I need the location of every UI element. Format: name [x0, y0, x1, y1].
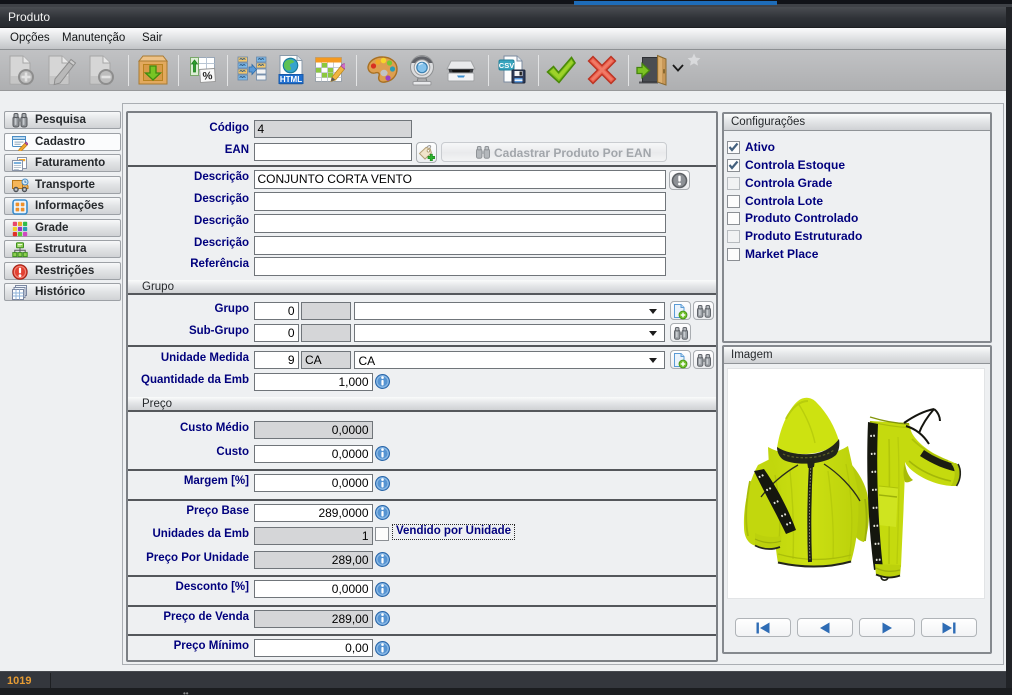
svg-text:HTML: HTML	[280, 75, 302, 84]
svg-text:%: %	[202, 70, 213, 83]
svg-text:CSV: CSV	[499, 61, 514, 70]
